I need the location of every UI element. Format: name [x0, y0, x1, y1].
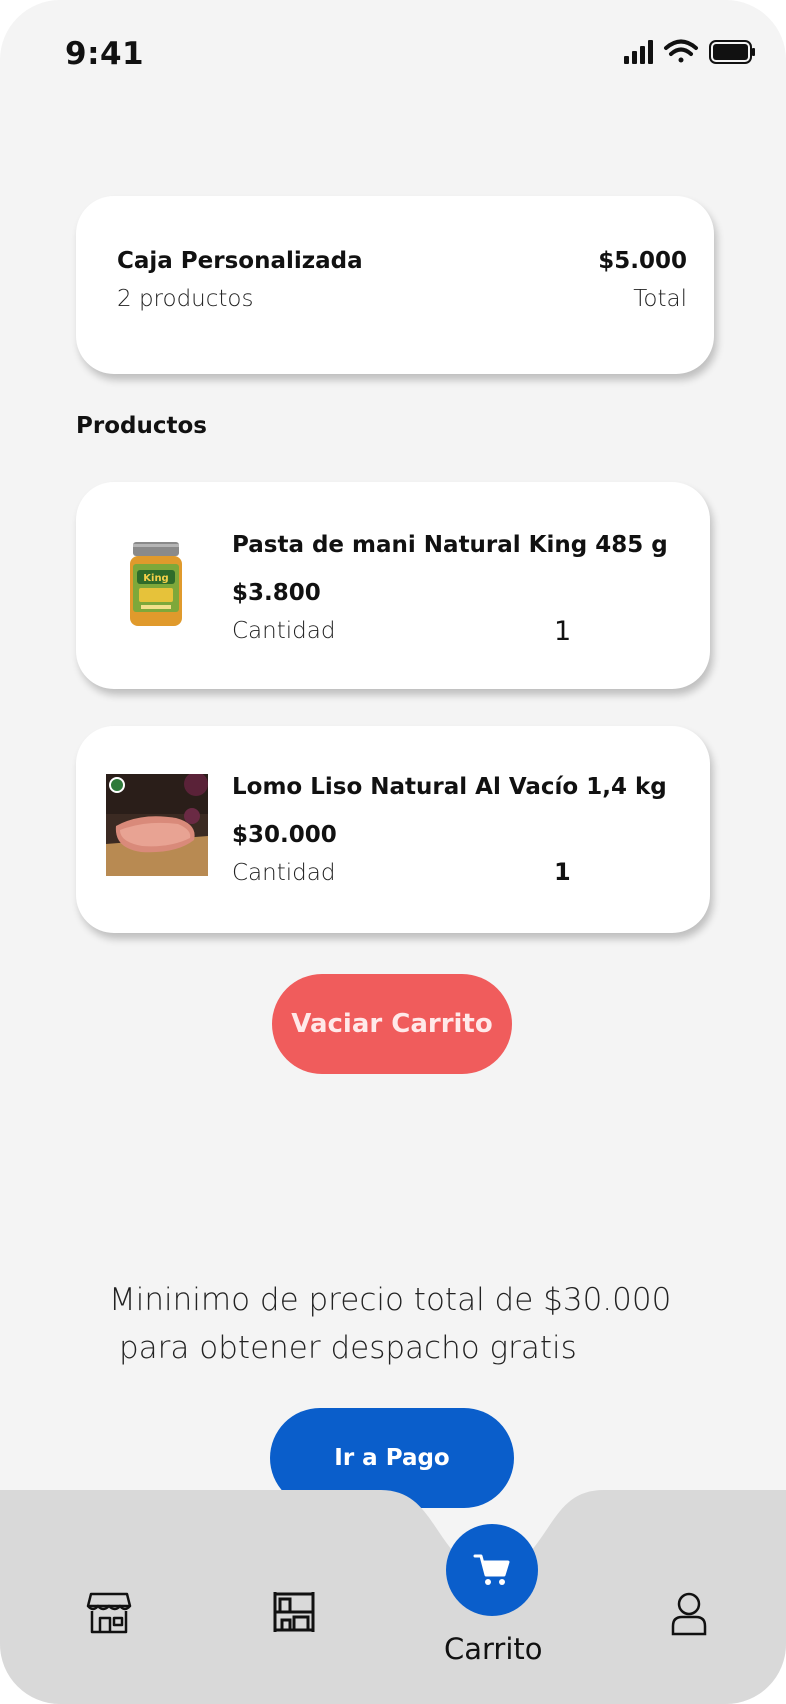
product-price: $30.000	[232, 822, 337, 848]
phone-screen: 9:41 Caja Personalizada 2 productos $5.0…	[0, 0, 786, 1704]
total-price: $5.000	[598, 248, 687, 274]
svg-text:King: King	[143, 573, 168, 584]
user-icon[interactable]	[670, 1592, 708, 1636]
free-shipping-notice: Mininimo de precio total de $30.000 para…	[109, 1276, 709, 1372]
product-card[interactable]: King Pasta de mani Natural King 485 g $3…	[76, 482, 710, 689]
bottom-navigation	[0, 1490, 786, 1704]
quantity-label: Cantidad	[232, 860, 336, 886]
battery-icon	[709, 40, 755, 64]
signal-icon	[624, 40, 653, 64]
wifi-icon	[664, 39, 698, 63]
notice-line-2: para obtener despacho gratis	[119, 1330, 577, 1366]
product-card[interactable]: Lomo Liso Natural Al Vacío 1,4 kg $30.00…	[76, 726, 710, 933]
product-price: $3.800	[232, 580, 321, 606]
quantity-label: Cantidad	[232, 618, 336, 644]
box-title: Caja Personalizada	[117, 248, 363, 274]
quantity-value[interactable]: 1	[554, 616, 571, 647]
product-name: Lomo Liso Natural Al Vacío 1,4 kg	[232, 774, 667, 800]
products-section-title: Productos	[76, 413, 207, 439]
cart-tab-label[interactable]: Carrito	[444, 1632, 543, 1666]
notice-line-1: Mininimo de precio total de $30.000	[109, 1282, 672, 1318]
product-name: Pasta de mani Natural King 485 g	[232, 532, 668, 558]
status-time: 9:41	[65, 36, 145, 72]
cart-tab-button[interactable]	[446, 1524, 538, 1616]
catalog-icon[interactable]	[272, 1590, 316, 1634]
quantity-value[interactable]: 1	[554, 858, 571, 886]
box-summary-card: Caja Personalizada 2 productos $5.000 To…	[76, 196, 714, 374]
beef-loin-image	[106, 774, 208, 876]
peanut-butter-jar-image: King	[130, 542, 182, 626]
cart-icon	[473, 1554, 510, 1585]
empty-cart-button[interactable]: Vaciar Carrito	[272, 974, 512, 1074]
store-icon[interactable]	[86, 1592, 132, 1634]
status-icons	[624, 39, 755, 64]
product-count: 2 productos	[117, 286, 254, 312]
total-label: Total	[633, 286, 687, 312]
